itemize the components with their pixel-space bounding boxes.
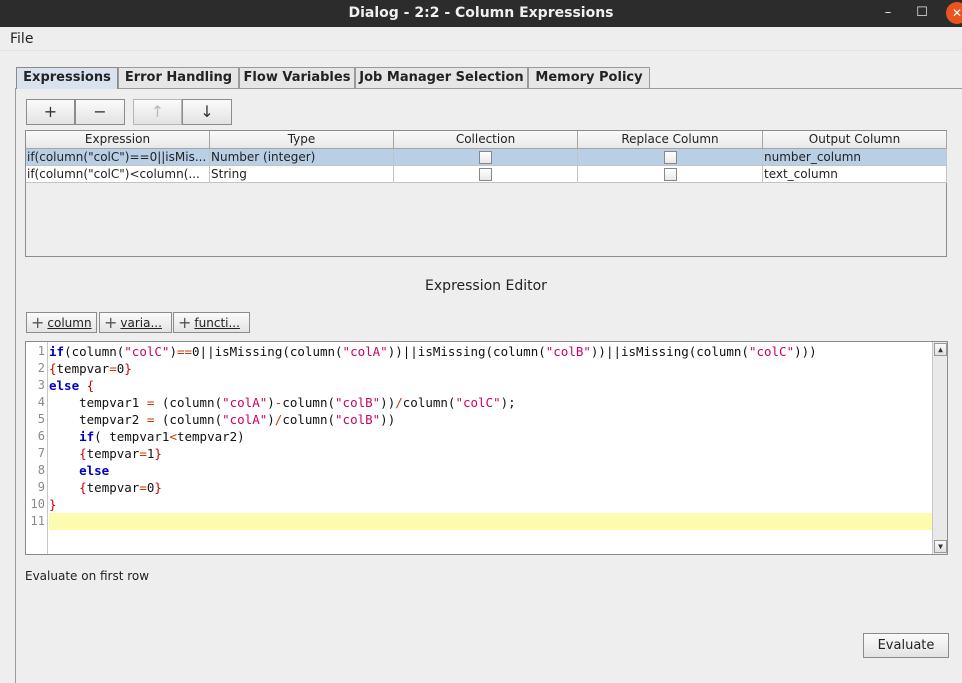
scroll-up-icon[interactable]: ▲ (934, 343, 947, 356)
insert-function-button[interactable]: + functi... (173, 312, 250, 333)
tab-flow-variables[interactable]: Flow Variables (239, 67, 355, 88)
window-title: Dialog - 2:2 - Column Expressions (348, 5, 614, 21)
plus-icon: + (178, 313, 192, 332)
table-row[interactable]: if(column("colC")<column(... String text… (26, 166, 947, 183)
header-type[interactable]: Type (210, 131, 394, 149)
cell-replace-column (578, 149, 763, 166)
line-number: 2 (37, 361, 45, 375)
code-line[interactable]: else (49, 462, 109, 479)
line-number: 11 (30, 514, 45, 528)
code-line[interactable]: {tempvar=1} (49, 445, 162, 462)
line-number: 9 (37, 480, 45, 494)
line-number: 5 (37, 412, 45, 426)
maximize-icon[interactable]: ☐ (912, 3, 932, 23)
minimize-icon[interactable]: – (878, 3, 898, 23)
code-line[interactable]: } (49, 496, 57, 513)
code-line[interactable]: if( tempvar1<tempvar2) (49, 428, 245, 445)
insert-column-button[interactable]: + column (26, 312, 97, 333)
plus-icon: + (31, 313, 45, 332)
vertical-scrollbar[interactable]: ▲ ▼ (932, 342, 947, 554)
title-bar: Dialog - 2:2 - Column Expressions – ☐ ✕ (0, 0, 962, 27)
code-line[interactable]: {tempvar=0} (49, 479, 162, 496)
tab-memory-policy[interactable]: Memory Policy (528, 67, 650, 88)
scroll-down-icon[interactable]: ▼ (934, 540, 947, 553)
table-header: Expression Type Collection Replace Colum… (26, 131, 948, 149)
insert-function-label: functi... (194, 316, 240, 330)
cell-expression[interactable]: if(column("colC")<column(... (26, 166, 210, 183)
line-number: 3 (37, 378, 45, 392)
replace-column-checkbox[interactable] (664, 168, 677, 181)
evaluate-hint: Evaluate on first row (25, 569, 150, 583)
close-icon[interactable]: ✕ (946, 2, 962, 24)
code-line[interactable]: {tempvar=0} (49, 360, 132, 377)
collection-checkbox[interactable] (479, 151, 492, 164)
code-line[interactable]: tempvar2 = (column("colA")/column("colB"… (49, 411, 395, 428)
current-line-highlight (49, 513, 932, 530)
table-row[interactable]: if(column("colC")==0||isMis... Number (i… (26, 149, 947, 166)
line-number: 8 (37, 463, 45, 477)
menu-file[interactable]: File (10, 31, 33, 47)
tab-expressions[interactable]: Expressions (16, 67, 118, 89)
code-line[interactable]: else { (49, 377, 94, 394)
cell-output-column[interactable]: number_column (763, 149, 947, 166)
tab-error-handling[interactable]: Error Handling (118, 67, 239, 88)
header-expression[interactable]: Expression (26, 131, 210, 149)
cell-expression[interactable]: if(column("colC")==0||isMis... (26, 149, 210, 166)
header-output-column[interactable]: Output Column (763, 131, 947, 149)
expression-editor-title: Expression Editor (425, 278, 547, 294)
move-up-button[interactable]: ↑ (133, 99, 182, 125)
line-number: 6 (37, 429, 45, 443)
plus-icon: + (104, 313, 118, 332)
insert-variable-label: varia... (120, 316, 162, 330)
header-replace-column[interactable]: Replace Column (578, 131, 763, 149)
replace-column-checkbox[interactable] (664, 151, 677, 164)
remove-row-button[interactable]: − (75, 99, 125, 125)
cell-output-column[interactable]: text_column (763, 166, 947, 183)
evaluate-button[interactable]: Evaluate (863, 633, 949, 658)
tab-job-manager-selection[interactable]: Job Manager Selection (355, 67, 528, 88)
cell-type[interactable]: String (210, 166, 394, 183)
move-down-button[interactable]: ↓ (182, 99, 232, 125)
expressions-table: Expression Type Collection Replace Colum… (25, 130, 947, 257)
line-number: 10 (30, 497, 45, 511)
menu-bar: File (0, 27, 962, 51)
line-number: 1 (37, 344, 45, 358)
insert-variable-button[interactable]: + varia... (99, 312, 172, 333)
line-number-gutter: 1 2 3 4 5 6 7 8 9 10 11 (26, 342, 48, 554)
cell-replace-column (578, 166, 763, 183)
collection-checkbox[interactable] (479, 168, 492, 181)
insert-column-label: column (47, 316, 92, 330)
header-collection[interactable]: Collection (394, 131, 578, 149)
code-line[interactable]: if(column("colC")==0||isMissing(column("… (49, 343, 817, 360)
cell-collection (394, 166, 578, 183)
cell-type[interactable]: Number (integer) (210, 149, 394, 166)
cell-collection (394, 149, 578, 166)
code-line[interactable]: tempvar1 = (column("colA")-column("colB"… (49, 394, 516, 411)
line-number: 4 (37, 395, 45, 409)
add-row-button[interactable]: + (26, 99, 75, 125)
line-number: 7 (37, 446, 45, 460)
code-editor[interactable]: 1 2 3 4 5 6 7 8 9 10 11 if(column("colC"… (25, 341, 948, 555)
